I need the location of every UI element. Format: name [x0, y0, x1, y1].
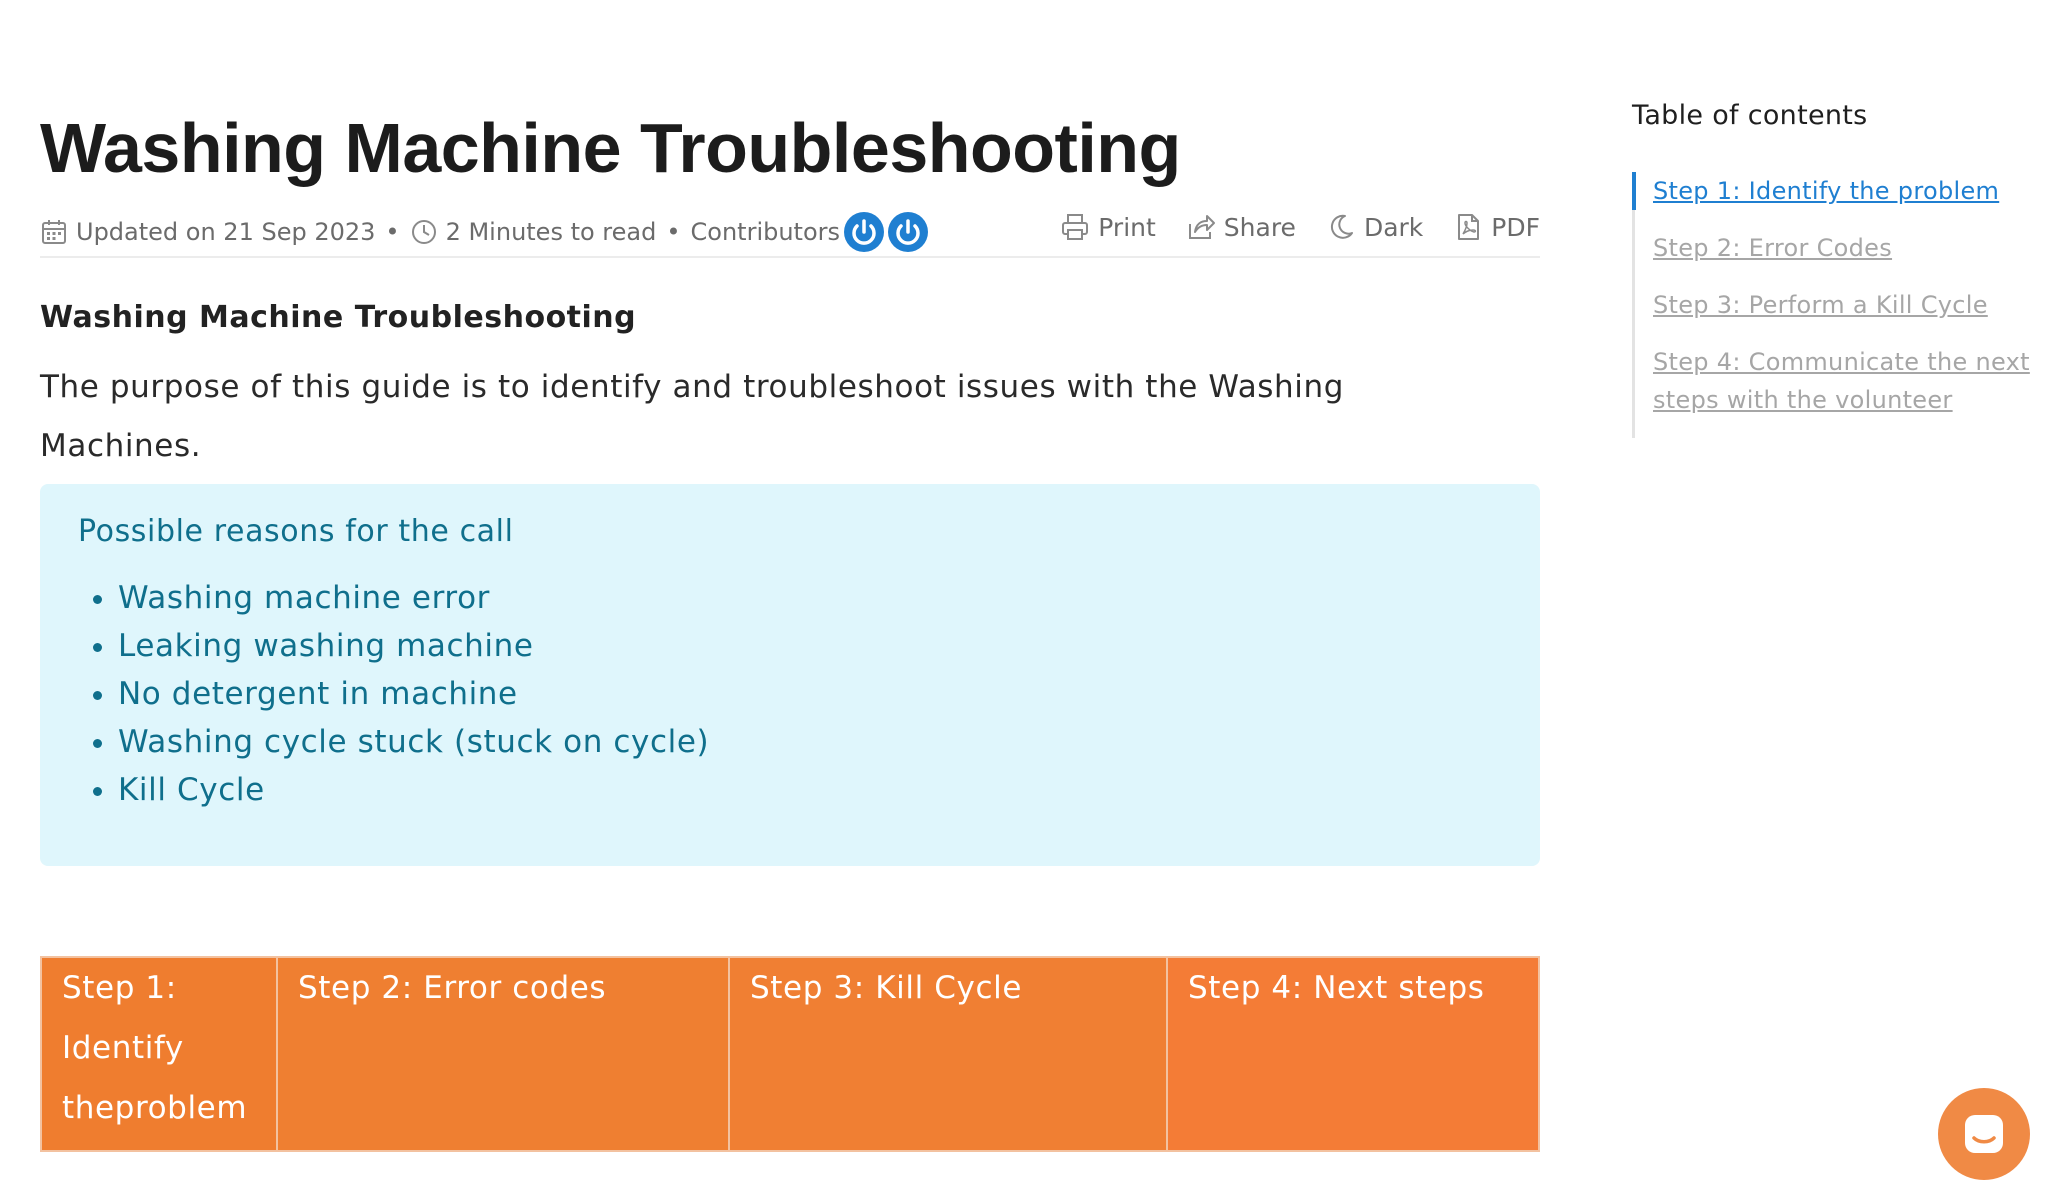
step-cell-3: Step 3: Kill Cycle	[728, 956, 1168, 1152]
steps-table: Step 1: Identify theproblem Step 2: Erro…	[40, 956, 1540, 1152]
reasons-list: Washing machine error Leaking washing ma…	[78, 574, 709, 814]
toc-item-step-1[interactable]: Step 1: Identify the problem	[1632, 172, 2033, 210]
toc-item-step-3[interactable]: Step 3: Perform a Kill Cycle	[1653, 286, 2033, 324]
avatar[interactable]	[888, 212, 929, 252]
toc-title: Table of contents	[1632, 100, 1868, 131]
toc-item-step-2[interactable]: Step 2: Error Codes	[1653, 229, 2033, 267]
print-button[interactable]: Print	[1060, 212, 1156, 242]
step-cell-4: Step 4: Next steps	[1166, 956, 1540, 1152]
pdf-button[interactable]: PDF	[1453, 212, 1540, 242]
intro-paragraph: The purpose of this guide is to identify…	[40, 369, 1345, 464]
section-heading: Washing Machine Troubleshooting	[40, 300, 637, 335]
calendar-icon	[40, 218, 68, 246]
avatar[interactable]	[844, 212, 885, 252]
list-item: Leaking washing machine	[118, 622, 709, 670]
meta-separator: •	[385, 218, 400, 246]
print-icon	[1062, 214, 1089, 240]
article-actions: Print Share Dark PDF	[1030, 212, 1540, 242]
pdf-icon	[1458, 214, 1480, 240]
list-item: Kill Cycle	[118, 766, 709, 814]
page-title: Washing Machine Troubleshooting	[40, 109, 1181, 187]
list-item: Washing machine error	[118, 574, 709, 622]
meta-separator: •	[666, 218, 681, 246]
dark-label: Dark	[1363, 212, 1424, 242]
chat-icon	[1965, 1115, 2003, 1153]
print-label: Print	[1098, 212, 1156, 242]
list-item: No detergent in machine	[118, 670, 709, 718]
step-cell-1: Step 1: Identify theproblem	[40, 956, 278, 1152]
read-time: 2 Minutes to read	[445, 218, 657, 246]
toc-list: Step 1: Identify the problem Step 2: Err…	[1632, 172, 2033, 438]
list-item: Washing cycle stuck (stuck on cycle)	[118, 718, 709, 766]
clock-icon	[410, 218, 438, 246]
share-button[interactable]: Share	[1186, 212, 1296, 242]
share-label: Share	[1223, 212, 1296, 242]
dark-mode-toggle[interactable]: Dark	[1326, 212, 1423, 242]
moon-icon	[1330, 214, 1353, 239]
info-callout: Possible reasons for the call Washing ma…	[40, 484, 1540, 866]
callout-title: Possible reasons for the call	[78, 514, 514, 549]
updated-date: Updated on 21 Sep 2023	[76, 218, 376, 246]
article-meta: Updated on 21 Sep 2023 • 2 Minutes to re…	[40, 208, 1540, 258]
pdf-label: PDF	[1491, 212, 1540, 242]
table-of-contents: Table of contents Step 1: Identify the p…	[1632, 100, 2032, 438]
share-icon	[1188, 215, 1215, 239]
step-cell-2: Step 2: Error codes	[276, 956, 730, 1152]
table-row: Step 1: Identify theproblem Step 2: Erro…	[40, 956, 1540, 1152]
chat-launcher-button[interactable]	[1938, 1088, 2030, 1180]
meta-info: Updated on 21 Sep 2023 • 2 Minutes to re…	[40, 212, 929, 252]
contributors-label: Contributors	[690, 218, 841, 246]
toc-item-step-4[interactable]: Step 4: Communicate the next steps with …	[1653, 343, 2033, 419]
